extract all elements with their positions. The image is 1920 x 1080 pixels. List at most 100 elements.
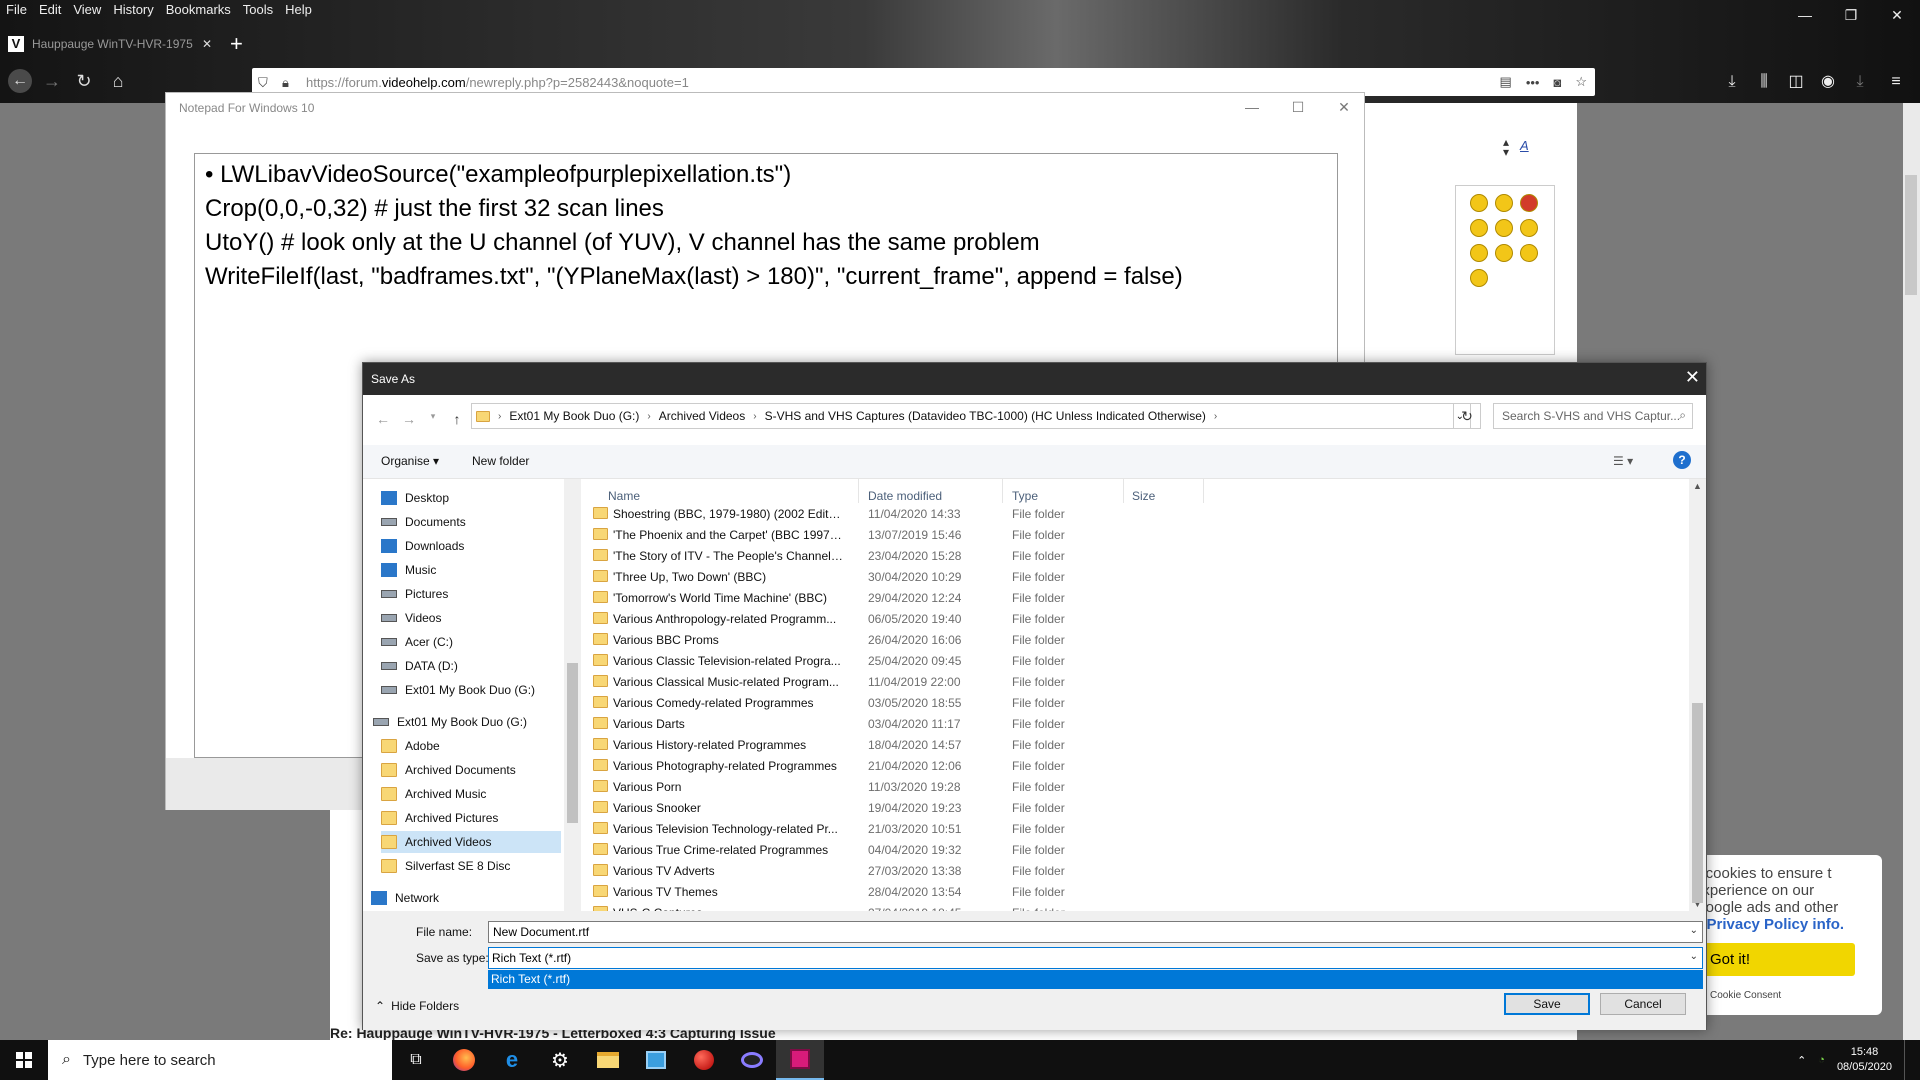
file-row[interactable]: 'The Story of ITV - The People's Channel…	[588, 545, 1688, 566]
angry-smiley-icon[interactable]	[1520, 194, 1538, 212]
file-row[interactable]: Various Television Technology-related Pr…	[588, 818, 1688, 839]
notepad-close-button[interactable]: ✕	[1321, 93, 1367, 121]
extension-icon[interactable]: ⤓	[1846, 68, 1874, 96]
close-browser-button[interactable]: ✕	[1874, 0, 1920, 30]
breadcrumb-separator-icon[interactable]: ›	[753, 411, 756, 422]
forward-arrow-icon[interactable]: →	[399, 411, 419, 431]
task-view-icon[interactable]: ⧉	[392, 1040, 440, 1080]
record-app-icon[interactable]	[680, 1040, 728, 1080]
column-name[interactable]: Name	[608, 489, 640, 503]
file-row[interactable]: Various Snooker 19/04/2020 19:23 File fold…	[588, 797, 1688, 818]
column-date[interactable]: Date modified	[868, 489, 942, 503]
settings-gear-icon[interactable]: ⚙	[536, 1040, 584, 1080]
file-row[interactable]: 'Three Up, Two Down' (BBC) 30/04/2020 10:…	[588, 566, 1688, 587]
nav-item[interactable]: Silverfast SE 8 Disc	[381, 855, 561, 877]
nav-item[interactable]: Archived Pictures	[381, 807, 561, 829]
save-as-type-select[interactable]: Rich Text (*.rtf) ⌄	[488, 947, 1703, 969]
menu-item-help[interactable]: Help	[279, 0, 318, 20]
chevron-down-icon[interactable]: ⌄	[1690, 925, 1698, 936]
smiley-icon[interactable]	[1495, 219, 1513, 237]
column-type[interactable]: Type	[1012, 489, 1038, 503]
breadcrumb-item[interactable]: Ext01 My Book Duo (G:)	[509, 409, 639, 423]
smiley-icon[interactable]	[1470, 194, 1488, 212]
smiley-icon[interactable]	[1520, 219, 1538, 237]
library-icon[interactable]: ⫼	[1750, 68, 1778, 96]
new-folder-button[interactable]: New folder	[472, 454, 529, 468]
save-as-type-option[interactable]: Rich Text (*.rtf)	[488, 970, 1703, 989]
nav-item[interactable]: Pictures	[381, 583, 561, 605]
resize-arrows-icon[interactable]: ▴ ▾	[1503, 136, 1509, 158]
nav-item[interactable]: Adobe	[381, 735, 561, 757]
bookmark-star-icon[interactable]: ☆	[1575, 74, 1587, 90]
breadcrumb-item[interactable]: S-VHS and VHS Captures (Datavideo TBC-10…	[765, 409, 1206, 423]
page-actions-icon[interactable]: •••	[1526, 75, 1540, 90]
menu-item-view[interactable]: View	[67, 0, 107, 20]
navigation-scrollbar-thumb[interactable]	[567, 663, 578, 823]
file-row[interactable]: Shoestring (BBC, 1979-1980) (2002 Edited…	[588, 503, 1688, 524]
file-row[interactable]: Various History-related Programmes 18/04/…	[588, 734, 1688, 755]
file-row[interactable]: Various True Crime-related Programmes 04/…	[588, 839, 1688, 860]
firefox-icon[interactable]	[440, 1040, 488, 1080]
back-button[interactable]: ←	[4, 66, 36, 96]
file-row[interactable]: Various TV Themes 28/04/2020 13:54 File fo…	[588, 881, 1688, 902]
taskbar-search-input[interactable]: ⌕ Type here to search	[48, 1040, 392, 1080]
forward-button[interactable]: →	[36, 66, 68, 96]
file-explorer-icon[interactable]	[584, 1040, 632, 1080]
cool-smiley-icon[interactable]	[1470, 269, 1488, 287]
nav-item[interactable]: Downloads	[381, 535, 561, 557]
file-row[interactable]: Various Classical Music-related Program.…	[588, 671, 1688, 692]
browser-tab[interactable]: V Hauppauge WinTV-HVR-1975 ✕	[0, 30, 220, 58]
menu-item-tools[interactable]: Tools	[237, 0, 279, 20]
network-status-icon[interactable]: ◔	[1818, 1054, 1825, 1066]
nav-item[interactable]: Archived Documents	[381, 759, 561, 781]
nav-item[interactable]: Archived Music	[381, 783, 561, 805]
file-row[interactable]: Various Comedy-related Programmes 03/05/2…	[588, 692, 1688, 713]
help-icon[interactable]: ?	[1673, 451, 1691, 469]
show-desktop-button[interactable]	[1904, 1040, 1910, 1080]
got-it-button[interactable]: Got it!	[1690, 943, 1855, 976]
save-button[interactable]: Save	[1504, 993, 1590, 1015]
file-row[interactable]: Various Porn 11/03/2020 19:28 File folder	[588, 776, 1688, 797]
internet-explorer-icon[interactable]: e	[488, 1040, 536, 1080]
notepad-minimize-button[interactable]: —	[1229, 93, 1275, 121]
pocket-icon[interactable]: ◙	[1553, 75, 1561, 90]
chevron-down-icon[interactable]: ⌄	[1690, 951, 1698, 962]
reader-view-icon[interactable]: ▤	[1500, 74, 1512, 90]
nav-item[interactable]: Acer (C:)	[381, 631, 561, 653]
notepad-maximize-button[interactable]: ☐	[1275, 93, 1321, 121]
clock[interactable]: 15:48 08/05/2020	[1837, 1045, 1892, 1075]
new-tab-button[interactable]: +	[230, 30, 254, 58]
file-row[interactable]: Various TV Adverts 27/03/2020 13:38 File f…	[588, 860, 1688, 881]
smiley-icon[interactable]	[1495, 194, 1513, 212]
sidebar-icon[interactable]: ◫	[1782, 68, 1810, 96]
file-row[interactable]: Various Anthropology-related Programm...…	[588, 608, 1688, 629]
start-button[interactable]	[0, 1040, 48, 1080]
file-list-scrollbar-thumb[interactable]	[1692, 703, 1703, 903]
file-row[interactable]: VHS-C Captures27/04/2019 18:45File folde…	[588, 902, 1688, 911]
cancel-button[interactable]: Cancel	[1600, 993, 1686, 1015]
home-button[interactable]: ⌂	[102, 66, 134, 96]
page-scrollbar-thumb[interactable]	[1905, 175, 1917, 295]
calculator-app-icon[interactable]	[632, 1040, 680, 1080]
restore-button[interactable]: ❐	[1828, 0, 1874, 30]
file-row[interactable]: Various Darts 03/04/2020 11:17 File folder	[588, 713, 1688, 734]
hide-folders-button[interactable]: ⌃ Hide Folders	[375, 999, 459, 1013]
menu-item-file[interactable]: File	[0, 0, 33, 20]
file-row[interactable]: Various BBC Proms 26/04/2020 16:06 File fo…	[588, 629, 1688, 650]
nav-item[interactable]: Documents	[381, 511, 561, 533]
smiley-icon[interactable]	[1495, 244, 1513, 262]
file-row[interactable]: Various Photography-related Programmes 21…	[588, 755, 1688, 776]
view-options-icon[interactable]: ☰ ▾	[1613, 454, 1633, 468]
nav-item[interactable]: Ext01 My Book Duo (G:)	[373, 711, 553, 733]
folder-search-input[interactable]: Search S-VHS and VHS Captur... ⌕	[1493, 403, 1693, 429]
organise-button[interactable]: Organise ▾	[381, 454, 439, 468]
notepad-app-icon[interactable]	[776, 1040, 824, 1080]
recent-locations-icon[interactable]: ▾	[423, 411, 443, 431]
nav-item[interactable]: Archived Videos	[381, 831, 561, 853]
downloads-toolbar-icon[interactable]: ⤓	[1718, 68, 1746, 96]
close-tab-icon[interactable]: ✕	[202, 37, 212, 51]
nav-item[interactable]: Desktop	[381, 487, 561, 509]
file-name-input[interactable]: New Document.rtf ⌄	[488, 921, 1703, 943]
menu-item-edit[interactable]: Edit	[33, 0, 67, 20]
minimize-button[interactable]: —	[1782, 0, 1828, 30]
